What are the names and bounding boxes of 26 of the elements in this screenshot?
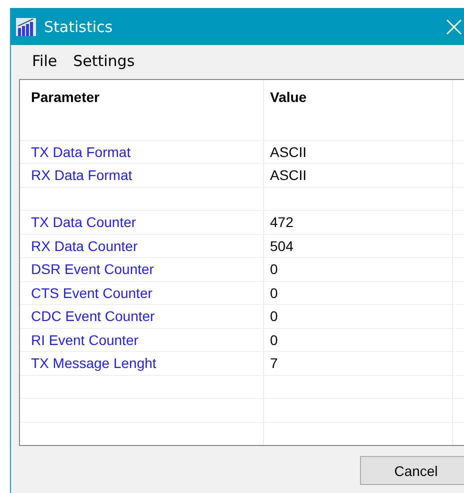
parameter-name: TX Data Counter: [31, 214, 136, 230]
parameter-value: 472: [270, 214, 294, 230]
bar-chart-icon: [16, 18, 36, 36]
cancel-button[interactable]: Cancel: [360, 456, 464, 485]
window-title: Statistics: [44, 18, 113, 36]
parameter-name: CTS Event Counter: [31, 284, 152, 301]
parameter-name: RX Data Format: [31, 167, 132, 184]
column-header: Value: [264, 80, 453, 117]
parameter-name: RI Event Counter: [31, 332, 138, 348]
column-header: Parameter: [20, 80, 264, 117]
parameter-value: 7: [270, 355, 278, 372]
parameter-name: TX Message Lenght: [31, 355, 156, 372]
parameter-name: RX Data Counter: [31, 238, 138, 254]
parameter-name: CDC Event Counter: [31, 308, 155, 324]
parameter-value: 0: [270, 332, 278, 348]
close-icon[interactable]: [446, 18, 462, 34]
parameter-name: TX Data Format: [31, 144, 131, 160]
parameter-value: 0: [270, 261, 278, 278]
parameter-value: 0: [270, 308, 278, 324]
parameter-value: ASCII: [270, 167, 307, 184]
parameter-value: 504: [270, 238, 294, 254]
parameter-value: 0: [270, 284, 278, 301]
parameter-value: ASCII: [270, 144, 307, 160]
menu-item[interactable]: File: [32, 52, 58, 70]
parameter-name: DSR Event Counter: [31, 261, 154, 278]
menu-item[interactable]: Settings: [73, 52, 135, 70]
